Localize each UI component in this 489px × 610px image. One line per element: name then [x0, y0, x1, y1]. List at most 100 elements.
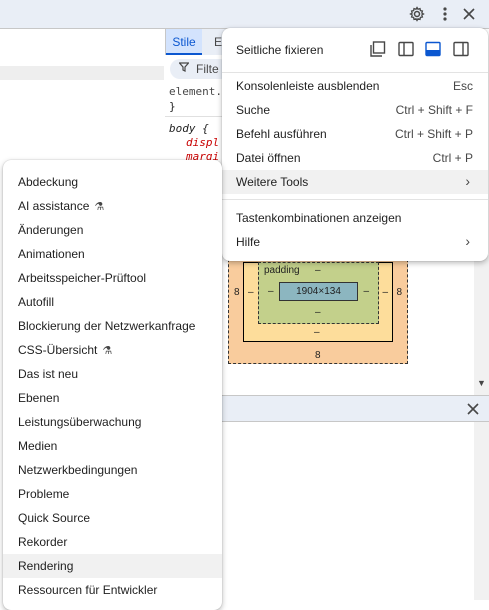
tab-styles[interactable]: Stile: [166, 29, 202, 55]
tool-item-label: Das ist neu: [18, 367, 79, 381]
filter-placeholder: Filte: [196, 62, 219, 76]
menu-item-label: Tastenkombinationen anzeigen: [236, 211, 402, 225]
drawer-toolbar: [222, 395, 489, 422]
gear-icon[interactable]: [406, 4, 428, 24]
margin-bottom-value: 8: [315, 350, 321, 361]
menu-item-more-tools[interactable]: Weitere Tools ›: [222, 170, 488, 194]
tool-item-label: Leistungsüberwachung: [18, 415, 142, 429]
tool-item-label: Probleme: [18, 487, 70, 501]
dock-bottom-icon[interactable]: [424, 40, 442, 58]
dock-right-icon[interactable]: [452, 40, 470, 58]
tool-item-media[interactable]: Medien: [3, 434, 222, 458]
tool-item-layers[interactable]: Ebenen: [3, 386, 222, 410]
tool-item-label-wrap: AI assistance ⚗: [18, 199, 104, 213]
css-property-display: displ: [186, 136, 220, 149]
padding-top-value: –: [315, 265, 321, 276]
menu-item-label: Suche: [236, 103, 271, 117]
box-model-content: 1904×134: [279, 282, 358, 301]
tool-item-label: Änderungen: [18, 223, 84, 237]
devtools-toolbar: [0, 0, 489, 29]
tool-item-recorder[interactable]: Rekorder: [3, 530, 222, 554]
margin-right-value: 8: [396, 287, 402, 298]
border-right-value: –: [382, 287, 388, 298]
dock-side-row: Seitliche fixieren: [222, 36, 488, 62]
tool-item-css-overview[interactable]: CSS-Übersicht ⚗: [3, 338, 222, 362]
tool-item-label: CSS-Übersicht: [18, 343, 98, 357]
page-area: [0, 29, 164, 175]
styles-scrollbar[interactable]: [474, 255, 489, 395]
tab-styles-label: Stile: [172, 35, 196, 49]
padding-bottom-value: –: [315, 307, 321, 318]
menu-item-shortcut: Ctrl + Shift + P: [394, 127, 473, 141]
tool-item-label: AI assistance: [18, 199, 90, 213]
tab-next[interactable]: E: [214, 35, 222, 49]
tool-item-request-blocking[interactable]: Blockierung der Netzwerkanfrage: [3, 314, 222, 338]
menu-item-shortcut: Ctrl + Shift + F: [395, 103, 473, 117]
tool-item-label: Rekorder: [18, 535, 68, 549]
body-selector: body {: [169, 122, 209, 135]
padding-left-value: –: [268, 286, 274, 297]
tool-item-label: Medien: [18, 439, 58, 453]
settings-menu: Seitliche fixieren Konsolenleiste ausble…: [222, 28, 488, 261]
tool-item-coverage[interactable]: Abdeckung: [3, 170, 222, 194]
filter-icon: [178, 62, 190, 75]
menu-item-label: Befehl ausführen: [236, 127, 327, 141]
close-icon[interactable]: [458, 4, 480, 24]
tool-item-quick-source[interactable]: Quick Source: [3, 506, 222, 530]
tool-item-whats-new[interactable]: Das ist neu: [3, 362, 222, 386]
drawer-scrollbar[interactable]: [474, 422, 489, 600]
border-left-value: –: [248, 287, 254, 298]
menu-item-label: Konsolenleiste ausblenden: [236, 79, 380, 93]
menu-item-shortcuts[interactable]: Tastenkombinationen anzeigen: [222, 206, 488, 230]
rule-divider: [165, 116, 225, 117]
menu-item-open-file[interactable]: Datei öffnen Ctrl + P: [222, 146, 488, 170]
tool-item-animations[interactable]: Animationen: [3, 242, 222, 266]
menu-item-search[interactable]: Suche Ctrl + Shift + F: [222, 98, 488, 122]
menu-item-run-command[interactable]: Befehl ausführen Ctrl + Shift + P: [222, 122, 488, 146]
flask-icon: ⚗: [102, 345, 113, 357]
tool-item-label: Ressourcen für Entwickler: [18, 583, 158, 597]
tool-item-label: Autofill: [18, 295, 55, 309]
menu-item-toggle-console[interactable]: Konsolenleiste ausblenden Esc: [222, 74, 488, 98]
tool-item-label: Ebenen: [18, 391, 60, 405]
tool-item-changes[interactable]: Änderungen: [3, 218, 222, 242]
tool-item-developer-resources[interactable]: Ressourcen für Entwickler: [3, 578, 222, 602]
tool-item-autofill[interactable]: Autofill: [3, 290, 222, 314]
chevron-right-icon: ›: [465, 173, 470, 189]
highlighted-row: [0, 66, 164, 80]
styles-tabbar: Stile E: [165, 29, 226, 55]
vertical-dots-icon[interactable]: [434, 4, 456, 24]
dock-side-label: Seitliche fixieren: [236, 43, 324, 57]
menu-item-label: Weitere Tools: [236, 175, 309, 189]
flask-icon: ⚗: [94, 201, 105, 213]
menu-item-help[interactable]: Hilfe ›: [222, 230, 488, 254]
margin-left-value: 8: [234, 287, 240, 298]
tool-item-label: Animationen: [18, 247, 85, 261]
tool-item-label: Arbeitsspeicher-Prüftool: [18, 271, 147, 285]
element-style-selector: element.: [169, 85, 222, 98]
tool-item-memory-inspector[interactable]: Arbeitsspeicher-Prüftool: [3, 266, 222, 290]
scroll-down-icon[interactable]: ▼: [477, 378, 486, 388]
border-bottom-value: –: [314, 327, 320, 338]
tool-item-label: Blockierung der Netzwerkanfrage: [18, 319, 196, 333]
tool-item-issues[interactable]: Probleme: [3, 482, 222, 506]
undock-icon[interactable]: [369, 40, 387, 58]
menu-item-shortcut: Esc: [452, 79, 473, 93]
close-icon[interactable]: [462, 398, 484, 420]
menu-item-label: Datei öffnen: [236, 151, 301, 165]
tool-item-label: Quick Source: [18, 511, 91, 525]
tool-item-performance-monitor[interactable]: Leistungsüberwachung: [3, 410, 222, 434]
dock-left-icon[interactable]: [397, 40, 415, 58]
active-tab-indicator: [166, 53, 202, 55]
content-size: 1904×134: [296, 286, 341, 297]
menu-item-label: Hilfe: [236, 235, 261, 249]
styles-filter-input[interactable]: Filte: [170, 59, 230, 79]
tool-item-ai-assistance[interactable]: AI assistance ⚗: [3, 194, 222, 218]
tool-item-rendering[interactable]: Rendering: [3, 554, 222, 578]
more-tools-menu: Abdeckung AI assistance ⚗ Änderungen Anim…: [3, 160, 222, 610]
padding-right-value: –: [363, 286, 369, 297]
padding-label: padding: [264, 265, 300, 276]
tool-item-network-conditions[interactable]: Netzwerkbedingungen: [3, 458, 222, 482]
menu-divider: [222, 199, 488, 200]
tool-item-label: Rendering: [18, 559, 74, 573]
